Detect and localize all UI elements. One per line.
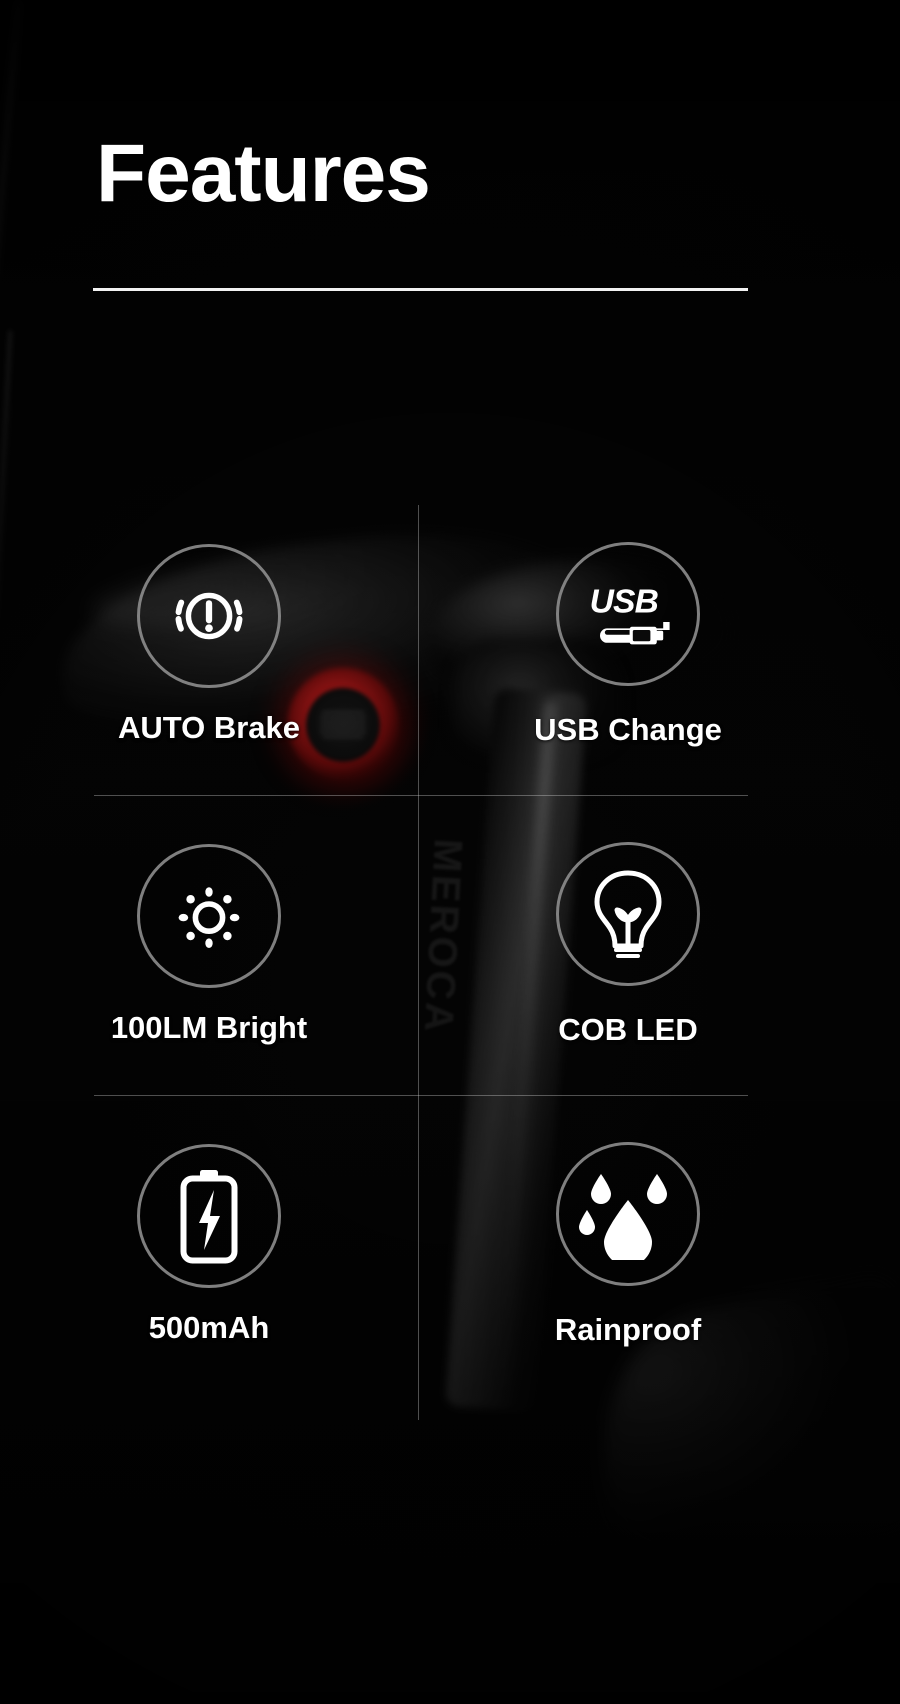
icon-ring: USB xyxy=(556,542,700,686)
light-bulb-icon xyxy=(589,868,667,960)
feature-label: 100LM Bright xyxy=(110,1010,308,1045)
feature-label: Rainproof xyxy=(554,1312,702,1347)
feature-label: USB Change xyxy=(534,712,722,747)
icon-ring xyxy=(137,1144,281,1288)
brake-warning-icon xyxy=(167,574,251,658)
feature-item-rainproof[interactable]: Rainproof xyxy=(419,1095,837,1395)
feature-item-brightness[interactable]: 100LM Bright xyxy=(0,795,418,1095)
usb-cable-icon: USB xyxy=(580,577,676,651)
water-drops-icon xyxy=(578,1168,678,1260)
features-page: MEROCA Features xyxy=(0,0,900,1704)
icon-ring xyxy=(556,1142,700,1286)
page-title: Features xyxy=(96,128,431,219)
feature-item-auto-brake[interactable]: AUTO Brake xyxy=(0,495,418,795)
icon-ring xyxy=(556,842,700,986)
page-content: Features AUTO Brake USB USB Change 100LM… xyxy=(0,0,900,1704)
feature-item-cob-led[interactable]: COB LED xyxy=(419,795,837,1095)
brightness-sun-icon xyxy=(169,876,249,956)
title-underline-rule xyxy=(93,288,748,291)
icon-ring xyxy=(137,544,281,688)
battery-charging-icon xyxy=(178,1168,240,1264)
feature-label: 500mAh xyxy=(148,1310,270,1345)
feature-item-usb-change[interactable]: USB USB Change xyxy=(419,495,837,795)
feature-label: COB LED xyxy=(558,1012,698,1047)
icon-ring xyxy=(137,844,281,988)
svg-text:USB: USB xyxy=(590,583,659,620)
feature-label: AUTO Brake xyxy=(117,710,301,745)
features-grid: AUTO Brake USB USB Change 100LM Bright C… xyxy=(0,470,900,1420)
feature-item-battery[interactable]: 500mAh xyxy=(0,1095,418,1395)
